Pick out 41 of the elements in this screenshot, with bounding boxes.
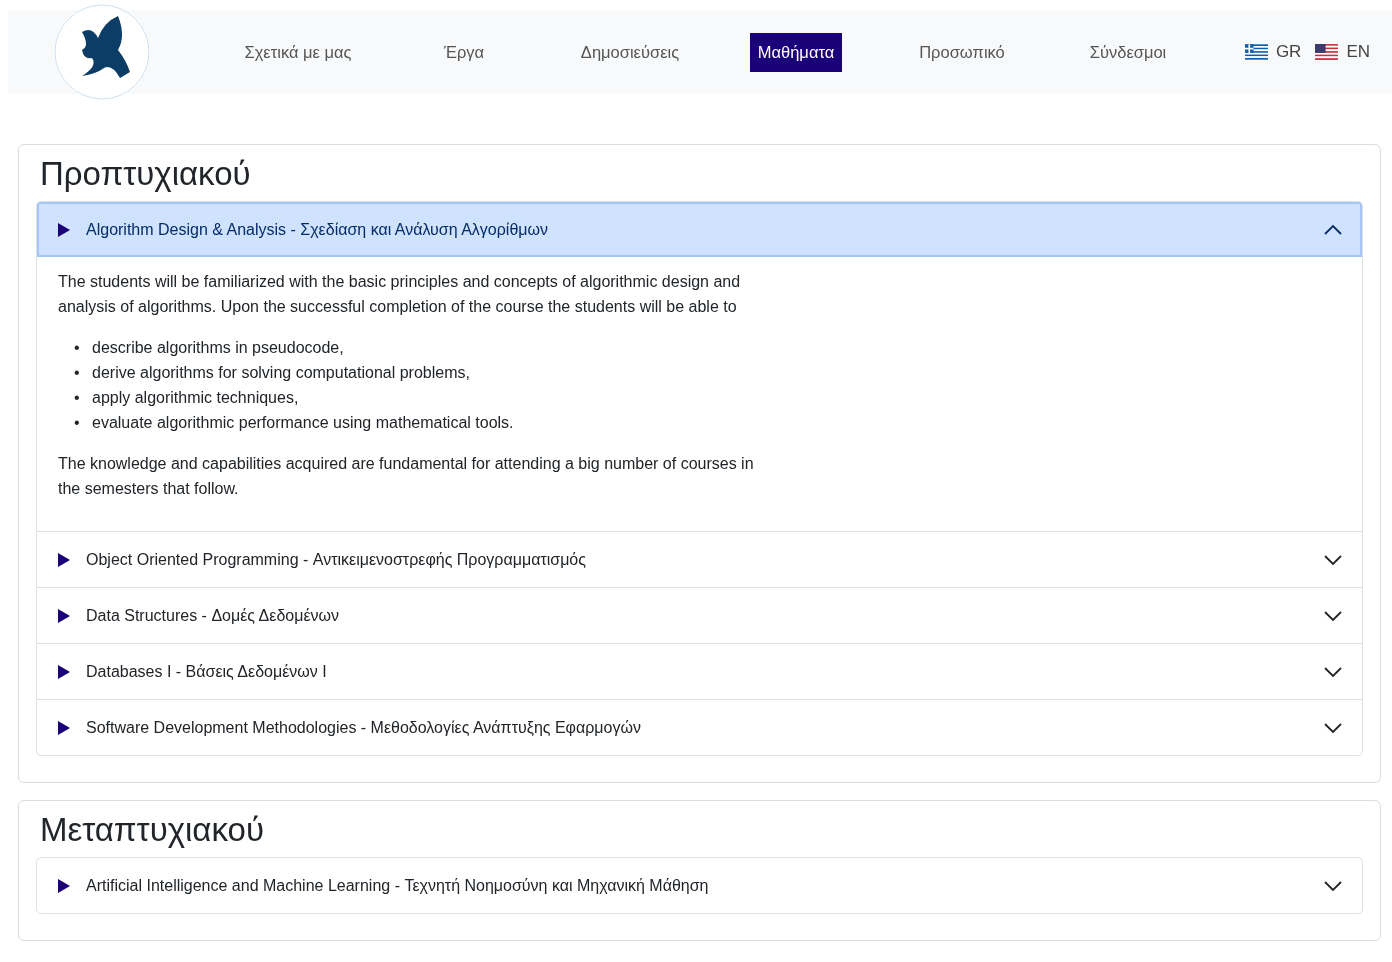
- chevron-down-icon: [1324, 721, 1342, 734]
- course-description: The knowledge and capabilities acquired are fundamental for attending a big number of courses in the semesters that follow.: [58, 454, 755, 499]
- nav-link[interactable]: Δημοσιεύσεις: [572, 32, 688, 72]
- chevron-down-icon: [1324, 665, 1342, 678]
- play-icon: [57, 719, 71, 736]
- course-header[interactable]: Databases I - Βάσεις Δεδομένων I: [37, 644, 1362, 699]
- play-icon: [57, 607, 71, 624]
- outcome-item: derive algorithms for solving computational problems,: [92, 363, 470, 383]
- course-header[interactable]: Object Oriented Programming - Αντικειμενοστρεφής Προγραμματισμός: [37, 532, 1362, 587]
- language-link[interactable]: GR: [1244, 42, 1302, 62]
- chevron-down-icon: [1324, 553, 1342, 566]
- outcome-item: apply algorithmic techniques,: [92, 388, 299, 408]
- flag-icon: [1244, 44, 1268, 60]
- section-heading: Προπτυχιακού: [40, 155, 252, 193]
- chevron-down-icon: [1324, 609, 1342, 622]
- bullet-marker: •: [74, 338, 81, 358]
- play-icon: [57, 551, 71, 568]
- course-header[interactable]: Algorithm Design & Analysis - Σχεδίαση και Ανάλυση Αλγορίθμων: [37, 202, 1362, 257]
- course-header[interactable]: Artificial Intelligence and Machine Learning - Τεχνητή Νοημοσύνη και Μηχανική Μάθηση: [37, 858, 1362, 913]
- course-header[interactable]: Data Structures - Δομές Δεδομένων: [37, 588, 1362, 643]
- course-description: The students will be familiarized with the basic principles and concepts of algorithmic design and analysis of algorithms. Upon the successful completion of the course the students will be able to: [58, 272, 742, 317]
- bullet-marker: •: [74, 363, 81, 383]
- language-link[interactable]: EN: [1315, 42, 1370, 62]
- course-header[interactable]: Software Development Methodologies - Μεθοδολογίες Ανάπτυξης Εφαρμογών: [37, 700, 1362, 755]
- nav-link[interactable]: Έργα: [435, 32, 493, 72]
- nav-link[interactable]: Σύνδεσμοι: [1081, 32, 1175, 72]
- chevron-down-icon: [1324, 879, 1342, 892]
- bullet-marker: •: [74, 413, 81, 433]
- outcome-item: describe algorithms in pseudocode,: [92, 338, 344, 358]
- outcome-item: evaluate algorithmic performance using mathematical tools.: [92, 413, 514, 433]
- section-heading: Μεταπτυχιακού: [40, 811, 265, 849]
- flag-icon: [1315, 44, 1339, 60]
- play-icon: [57, 221, 71, 238]
- nav-link[interactable]: Προσωπικό: [911, 32, 1013, 72]
- bullet-marker: •: [74, 388, 81, 408]
- play-icon: [57, 877, 71, 894]
- play-icon: [57, 663, 71, 680]
- nav-link[interactable]: Σχετικά με μας: [236, 32, 360, 72]
- university-logo-icon[interactable]: [52, 2, 152, 102]
- nav-link[interactable]: Μαθήματα: [749, 32, 843, 72]
- chevron-up-icon: [1324, 223, 1342, 236]
